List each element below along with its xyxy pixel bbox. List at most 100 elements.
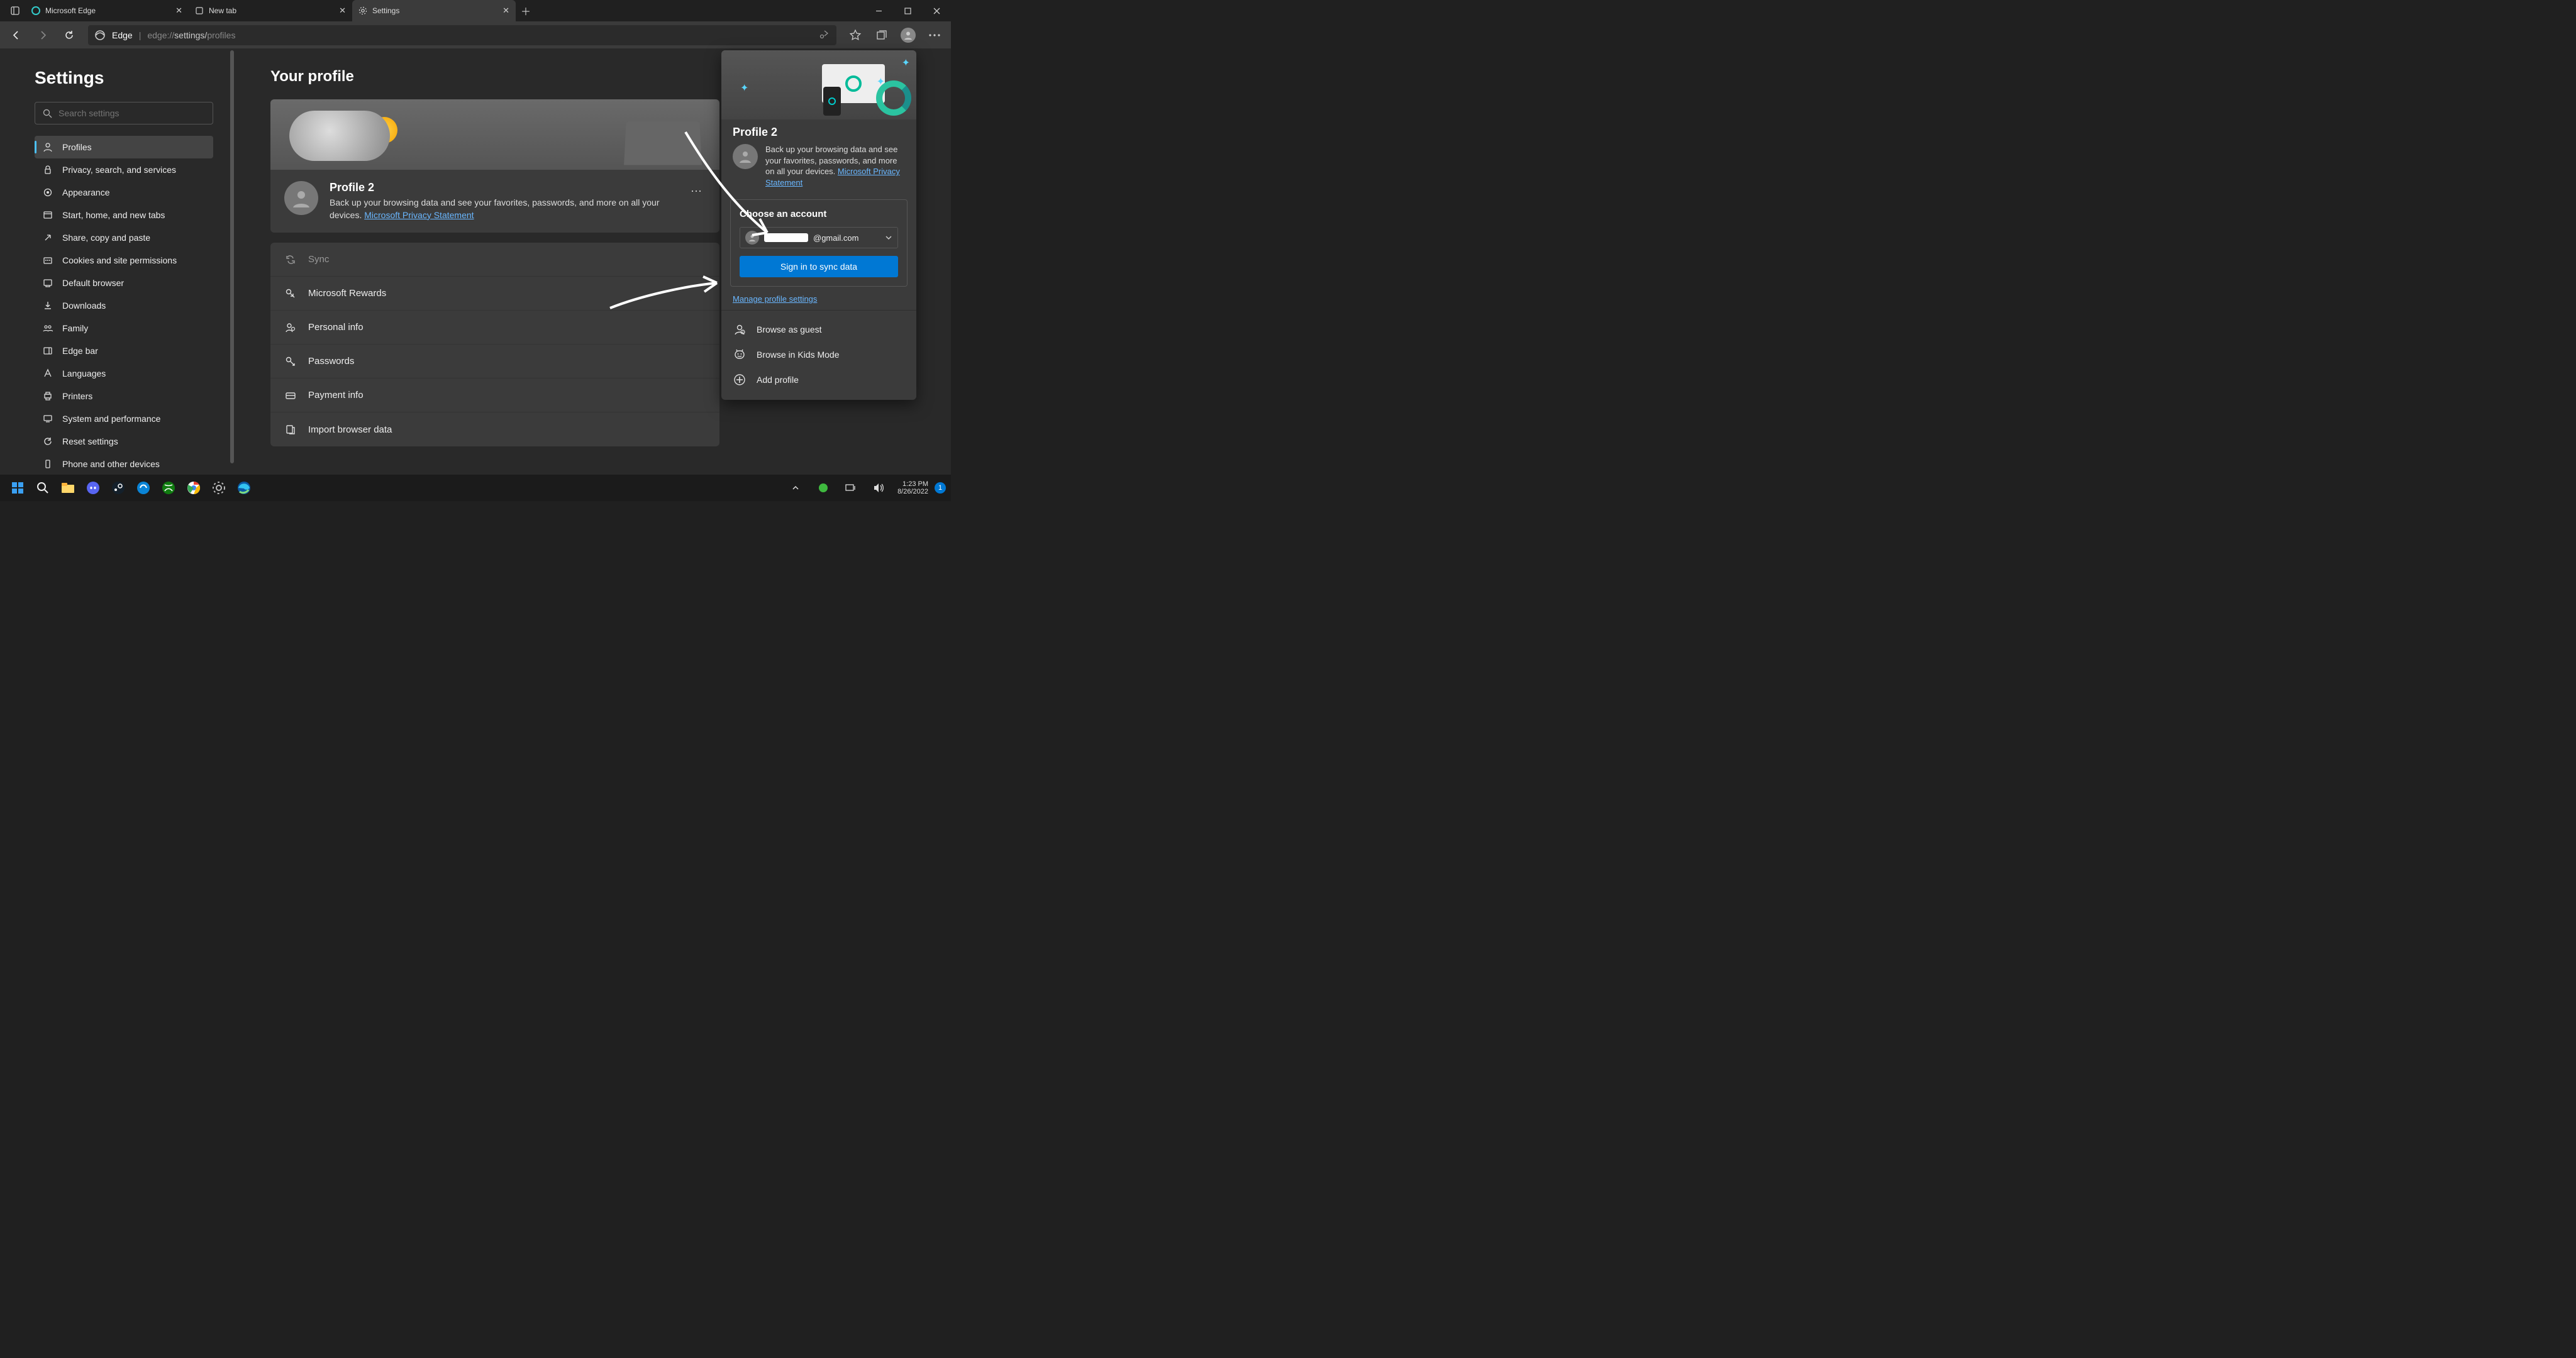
search-button[interactable]: [30, 475, 55, 500]
choose-account-box: Choose an account @gmail.com Sign in to …: [730, 199, 908, 287]
sidebar-item-label: Privacy, search, and services: [62, 165, 176, 175]
signin-button[interactable]: Sign in to sync data: [740, 256, 898, 277]
clock[interactable]: 1:23 PM8/26/2022: [894, 480, 932, 495]
maximize-button[interactable]: [893, 0, 922, 21]
sidebar-item-printers[interactable]: Printers: [35, 385, 213, 407]
sidebar-item-system-and-performance[interactable]: System and performance: [35, 407, 213, 430]
edge-icon: [31, 6, 40, 15]
back-button[interactable]: [4, 23, 29, 48]
favorites-button[interactable]: [843, 23, 868, 48]
refresh-button[interactable]: [57, 23, 82, 48]
sidebar-item-cookies-and-site-permissions[interactable]: Cookies and site permissions: [35, 249, 213, 272]
close-icon[interactable]: ✕: [175, 6, 182, 16]
window-controls: [864, 0, 951, 21]
sidebar-item-family[interactable]: Family: [35, 317, 213, 340]
chrome-icon[interactable]: [181, 475, 206, 500]
start-button[interactable]: [5, 475, 30, 500]
xbox-icon[interactable]: [156, 475, 181, 500]
read-aloud-icon[interactable]: [819, 30, 830, 41]
search-icon: [43, 109, 52, 118]
nav-icon: [42, 414, 53, 424]
row-label: Passwords: [308, 356, 354, 367]
edge-logo-icon: [94, 30, 106, 41]
edge-taskbar-icon[interactable]: [231, 475, 257, 500]
sidebar-item-profiles[interactable]: Profiles: [35, 136, 213, 158]
flyout-action-add-profile[interactable]: Add profile: [721, 367, 916, 392]
search-input[interactable]: [35, 102, 213, 124]
profile-name: Profile 2: [330, 181, 675, 194]
network-icon[interactable]: [838, 475, 863, 500]
search-field[interactable]: [58, 108, 205, 118]
explorer-icon[interactable]: [55, 475, 80, 500]
manage-profile-link[interactable]: Manage profile settings: [733, 294, 905, 304]
taskbar: 1:23 PM8/26/2022 1: [0, 475, 951, 501]
close-icon[interactable]: ✕: [339, 6, 346, 16]
new-tab-button[interactable]: ＋: [516, 1, 536, 21]
address-bar[interactable]: Edge | edge://settings/profiles: [88, 25, 836, 45]
gear-icon: [358, 6, 367, 15]
flyout-action-browse-as-guest[interactable]: ?Browse as guest: [721, 317, 916, 342]
settings-row-microsoft-rewards[interactable]: Microsoft Rewards: [270, 277, 719, 311]
sidebar-item-label: Profiles: [62, 142, 92, 152]
redacted-email-prefix: [764, 233, 808, 242]
tab-label: New tab: [209, 6, 236, 15]
tab-label: Settings: [372, 6, 399, 15]
discord-icon[interactable]: [80, 475, 106, 500]
url-text: edge://settings/profiles: [147, 30, 235, 40]
nav-icon: [42, 165, 53, 175]
settings-row-passwords[interactable]: Passwords: [270, 345, 719, 378]
settings-icon[interactable]: [206, 475, 231, 500]
volume-icon[interactable]: [866, 475, 891, 500]
close-window-button[interactable]: [922, 0, 951, 21]
collections-button[interactable]: [869, 23, 894, 48]
minimize-button[interactable]: [864, 0, 893, 21]
close-icon[interactable]: ✕: [502, 6, 509, 16]
sidebar-item-downloads[interactable]: Downloads: [35, 294, 213, 317]
sidebar-item-label: Start, home, and new tabs: [62, 210, 165, 220]
row-label: Payment info: [308, 390, 364, 400]
action-label: Add profile: [757, 375, 799, 385]
sidebar-item-share-copy-and-paste[interactable]: Share, copy and paste: [35, 226, 213, 249]
brand-label: Edge: [112, 30, 133, 40]
nav-icon: [42, 391, 53, 401]
sidebar-item-start-home-and-new-tabs[interactable]: Start, home, and new tabs: [35, 204, 213, 226]
action-icon: [733, 373, 747, 386]
sidebar-item-phone-and-other-devices[interactable]: Phone and other devices: [35, 453, 213, 475]
privacy-link[interactable]: Microsoft Privacy Statement: [364, 210, 474, 220]
profile-more-button[interactable]: ⋯: [687, 181, 706, 202]
action-label: Browse in Kids Mode: [757, 350, 840, 360]
profile-flyout: ✦✦✦ Profile 2 Back up your browsing data…: [721, 50, 916, 400]
profile-button[interactable]: [896, 23, 921, 48]
sidebar-item-languages[interactable]: Languages: [35, 362, 213, 385]
account-select[interactable]: @gmail.com: [740, 227, 898, 248]
sidebar-item-appearance[interactable]: Appearance: [35, 181, 213, 204]
tray-app-icon[interactable]: [811, 475, 836, 500]
forward-button[interactable]: [30, 23, 55, 48]
tab-settings[interactable]: Settings ✕: [352, 0, 516, 21]
tab-actions-button[interactable]: [5, 1, 25, 21]
sidebar-item-edge-bar[interactable]: Edge bar: [35, 340, 213, 362]
tray-overflow[interactable]: [783, 475, 808, 500]
flyout-action-browse-in-kids-mode[interactable]: Browse in Kids Mode: [721, 342, 916, 367]
sidebar-item-default-browser[interactable]: Default browser: [35, 272, 213, 294]
nav-icon: [42, 301, 53, 311]
app-icon[interactable]: [131, 475, 156, 500]
sidebar-item-privacy-search-and-services[interactable]: Privacy, search, and services: [35, 158, 213, 181]
profile-desc: Back up your browsing data and see your …: [330, 197, 675, 221]
sidebar-item-reset-settings[interactable]: Reset settings: [35, 430, 213, 453]
sidebar-item-label: Downloads: [62, 301, 106, 311]
steam-icon[interactable]: [106, 475, 131, 500]
tab-newtab[interactable]: New tab ✕: [189, 0, 352, 21]
more-button[interactable]: [922, 23, 947, 48]
person-icon: [745, 231, 759, 245]
sidebar-item-label: Appearance: [62, 187, 110, 197]
settings-row-personal-info[interactable]: Personal info: [270, 311, 719, 345]
account-suffix: @gmail.com: [813, 233, 858, 243]
settings-row-import-browser-data[interactable]: Import browser data: [270, 412, 719, 446]
sidebar-scrollbar[interactable]: [230, 50, 234, 463]
tab-edge[interactable]: Microsoft Edge ✕: [25, 0, 189, 21]
notifications-badge[interactable]: 1: [935, 482, 946, 494]
settings-row-sync[interactable]: Sync: [270, 243, 719, 277]
row-label: Sync: [308, 254, 329, 265]
settings-row-payment-info[interactable]: Payment info: [270, 378, 719, 412]
